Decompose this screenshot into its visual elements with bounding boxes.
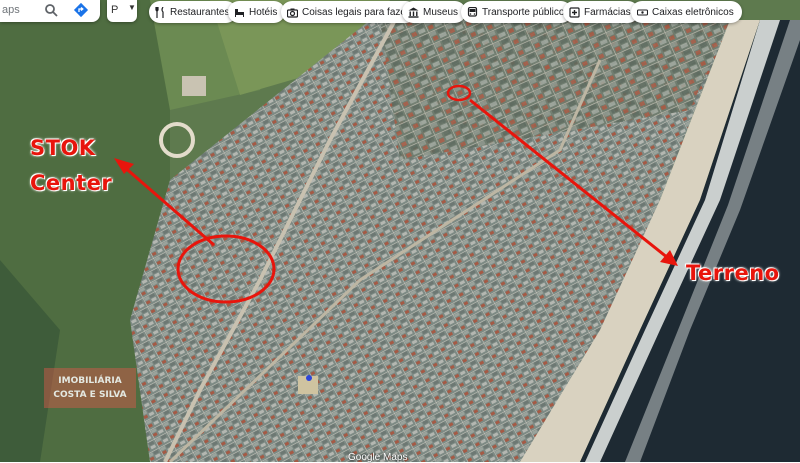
chip-transporte-publico[interactable]: Transporte público bbox=[461, 1, 573, 23]
chip-label: Caixas eletrônicos bbox=[652, 6, 734, 18]
museum-icon bbox=[408, 7, 419, 18]
fork-knife-icon bbox=[155, 6, 164, 18]
directions-icon[interactable] bbox=[73, 2, 89, 18]
chip-label: Restaurantes bbox=[170, 6, 230, 18]
chip-label: Museus bbox=[423, 6, 459, 18]
annotation-stok: STOK Center bbox=[30, 138, 112, 194]
annotation-stok-line1: STOK bbox=[30, 136, 96, 160]
layer-selector-value: P bbox=[111, 4, 119, 16]
chip-museus[interactable]: Museus bbox=[402, 1, 467, 23]
map-credit: Google Maps bbox=[348, 452, 408, 463]
chip-farmacias[interactable]: Farmácias bbox=[563, 1, 639, 23]
chip-hoteis[interactable]: Hotéis bbox=[228, 1, 286, 23]
blue-marker bbox=[306, 375, 312, 381]
top-bar: aps P ▼ Restaurantes Hotéis Coisas legai… bbox=[0, 0, 800, 24]
chip-restaurantes[interactable]: Restaurantes bbox=[149, 1, 238, 23]
chip-caixas-eletronicos[interactable]: Caixas eletrônicos bbox=[631, 1, 742, 23]
chip-label: Farmácias bbox=[584, 6, 631, 18]
satellite-map[interactable]: IMOBILIÁRIA COSTA E SILVA bbox=[0, 0, 800, 462]
watermark-line2: COSTA E SILVA bbox=[53, 390, 126, 400]
chip-label: Transporte público bbox=[482, 6, 565, 18]
bus-icon bbox=[467, 6, 478, 17]
atm-icon bbox=[637, 8, 648, 16]
search-icon[interactable] bbox=[44, 3, 58, 17]
pharmacy-icon bbox=[569, 6, 580, 18]
chip-coisas-legais[interactable]: Coisas legais para fazer bbox=[281, 1, 418, 23]
bed-icon bbox=[235, 8, 244, 17]
annotation-stok-line2: Center bbox=[30, 171, 113, 195]
layer-selector[interactable]: P ▼ bbox=[107, 0, 137, 22]
camera-icon bbox=[287, 8, 298, 18]
chevron-down-icon: ▼ bbox=[128, 3, 136, 12]
watermark-logo: IMOBILIÁRIA COSTA E SILVA bbox=[44, 368, 136, 408]
watermark-line1: IMOBILIÁRIA bbox=[58, 374, 121, 386]
chip-label: Hotéis bbox=[249, 6, 278, 18]
field-structure bbox=[182, 76, 206, 96]
search-box[interactable]: aps bbox=[0, 0, 100, 22]
search-input[interactable]: aps bbox=[2, 4, 20, 16]
chip-label: Coisas legais para fazer bbox=[302, 6, 410, 18]
annotation-terreno: Terreno bbox=[686, 261, 780, 285]
